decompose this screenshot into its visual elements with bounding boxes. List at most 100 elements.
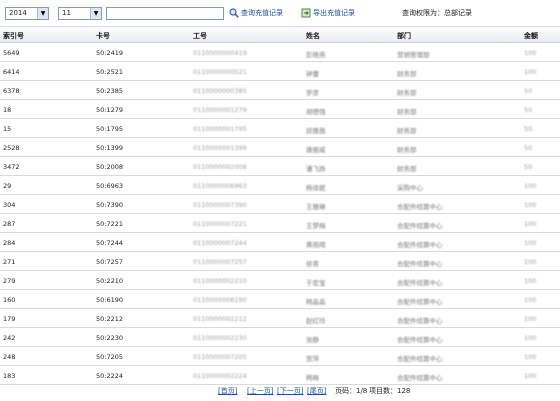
export-records-link[interactable]: 导出充值记录 [313,9,355,18]
table-row[interactable]: 15 50:1795 0110000001795 邱雅茜 财务部 50 [0,119,560,138]
cell-index: 2528 [3,144,20,152]
cell-amount: 50 [524,125,533,133]
table-row[interactable]: 2528 50:1399 0110000001399 唐振威 财务部 50 [0,138,560,157]
year-value: 2014 [9,9,27,17]
table-header: 索引号 卡号 工号 姓名 部门 金额 [0,26,560,43]
cell-employee-id: 0110000002230 [193,334,247,342]
cell-card: 50:2521 [96,68,124,76]
table-row[interactable]: 304 50:7390 0110000007390 王雅琳 合配件结算中心 100 [0,195,560,214]
table-row[interactable]: 6378 50:2385 0110000000385 罗彦 财务部 50 [0,81,560,100]
cell-index: 3472 [3,163,20,171]
export-icon[interactable] [301,8,311,18]
cell-index: 287 [3,220,16,228]
cell-card: 50:2008 [96,163,124,171]
cell-name: 潘飞扬 [306,165,326,173]
chevron-down-icon[interactable]: ▼ [90,8,101,19]
cell-amount: 100 [524,68,537,76]
pager-prev[interactable]: [上一页] [247,386,273,396]
year-select[interactable]: 2014 ▼ [5,7,49,20]
pager-last[interactable]: [尾页] [307,386,326,396]
cell-amount: 100 [524,201,537,209]
cell-department: 合配件结算中心 [397,298,443,306]
cell-department: 财务部 [397,127,417,135]
cell-employee-id: 0110000002008 [193,163,247,171]
cell-card: 50:1279 [96,106,124,114]
cell-index: 248 [3,353,16,361]
cell-department: 合配件结算中心 [397,203,443,211]
cell-department: 合配件结算中心 [397,260,443,268]
cell-department: 财务部 [397,146,417,154]
cell-employee-id: 0110000000419 [193,49,247,57]
cell-name: 彭晓燕 [306,51,326,59]
cell-department: 财务部 [397,108,417,116]
permission-scope-text: 查询权限为：总部记录 [402,9,472,17]
cell-name: 徐青 [306,260,319,268]
table-row[interactable]: 284 50:7244 0110000007244 黄雨晴 合配件结算中心 100 [0,233,560,252]
query-records-link[interactable]: 查询充值记录 [241,9,283,18]
table-row[interactable]: 29 50:6963 0110000006963 杨佳妮 采购中心 100 [0,176,560,195]
cell-amount: 100 [524,277,537,285]
cell-employee-id: 0110000002210 [193,277,247,285]
header-amount[interactable]: 金额 [524,31,558,41]
cell-index: 15 [3,125,12,133]
table-row[interactable]: 287 50:7221 0110000007221 王梦梅 合配件结算中心 100 [0,214,560,233]
table-row[interactable]: 6414 50:2521 0110000000521 钟蕾 财务部 100 [0,62,560,81]
search-icon[interactable] [229,8,239,18]
table-row[interactable]: 248 50:7205 0110000007205 贺萍 合配件结算中心 100 [0,347,560,366]
month-select[interactable]: 11 ▼ [58,7,102,20]
cell-index: 271 [3,258,16,266]
cell-department: 合配件结算中心 [397,355,443,363]
cell-department: 合配件结算中心 [397,317,443,325]
cell-amount: 50 [524,87,533,95]
table-row[interactable]: 279 50:2210 0110000002210 于宏宝 合配件结算中心 100 [0,271,560,290]
table-row[interactable]: 18 50:1279 0110000001279 胡德强 财务部 50 [0,100,560,119]
cell-name: 钟蕾 [306,70,319,78]
cell-employee-id: 0110000007221 [193,220,247,228]
cell-employee-id: 0110000007205 [193,353,247,361]
header-department[interactable]: 部门 [397,31,507,41]
cell-employee-id: 0110000000385 [193,87,247,95]
cell-card: 50:6190 [96,296,124,304]
header-card[interactable]: 卡号 [96,31,186,41]
pager-first[interactable]: [首页] [218,386,237,396]
pager-next[interactable]: [下一页] [277,386,303,396]
cell-name: 邱雅茜 [306,127,326,135]
keyword-input[interactable] [106,7,224,20]
header-name[interactable]: 姓名 [306,31,396,41]
table-row[interactable]: 179 50:2212 0110000002212 赵红玲 合配件结算中心 100 [0,309,560,328]
cell-name: 罗彦 [306,89,319,97]
cell-amount: 100 [524,239,537,247]
cell-index: 6414 [3,68,20,76]
cell-card: 50:2419 [96,49,124,57]
cell-department: 财务部 [397,165,417,173]
cell-employee-id: 0110000007257 [193,258,247,266]
cell-card: 50:7257 [96,258,124,266]
chevron-down-icon[interactable]: ▼ [37,8,48,19]
cell-index: 242 [3,334,16,342]
cell-department: 合配件结算中心 [397,374,443,382]
cell-amount: 100 [524,258,537,266]
table-row[interactable]: 5649 50:2419 0110000000419 彭晓燕 营销管理部 100 [0,43,560,62]
cell-employee-id: 0110000001279 [193,106,247,114]
toolbar: 2014 ▼ 11 ▼ 查询充值记录 导出充值记录 查询权限为：总部记录 [0,0,560,24]
cell-index: 304 [3,201,16,209]
cell-department: 财务部 [397,70,417,78]
table-row[interactable]: 242 50:2230 0110000002230 张静 合配件结算中心 100 [0,328,560,347]
cell-name: 胡德强 [306,108,326,116]
cell-card: 50:2212 [96,315,124,323]
table-row[interactable]: 271 50:7257 0110000007257 徐青 合配件结算中心 100 [0,252,560,271]
item-count: 项目数：128 [369,387,411,395]
cell-amount: 100 [524,315,537,323]
cell-department: 营销管理部 [397,51,430,59]
header-employee-id[interactable]: 工号 [193,31,293,41]
cell-index: 160 [3,296,16,304]
table-row[interactable]: 160 50:6190 0110000006190 韩晶晶 合配件结算中心 100 [0,290,560,309]
cell-employee-id: 0110000002224 [193,372,247,380]
header-index[interactable]: 索引号 [3,31,93,41]
cell-amount: 100 [524,49,537,57]
cell-index: 29 [3,182,12,190]
page-indicator: 页码：1/8 [335,387,368,395]
cell-department: 合配件结算中心 [397,279,443,287]
cell-card: 50:2210 [96,277,124,285]
table-row[interactable]: 3472 50:2008 0110000002008 潘飞扬 财务部 50 [0,157,560,176]
